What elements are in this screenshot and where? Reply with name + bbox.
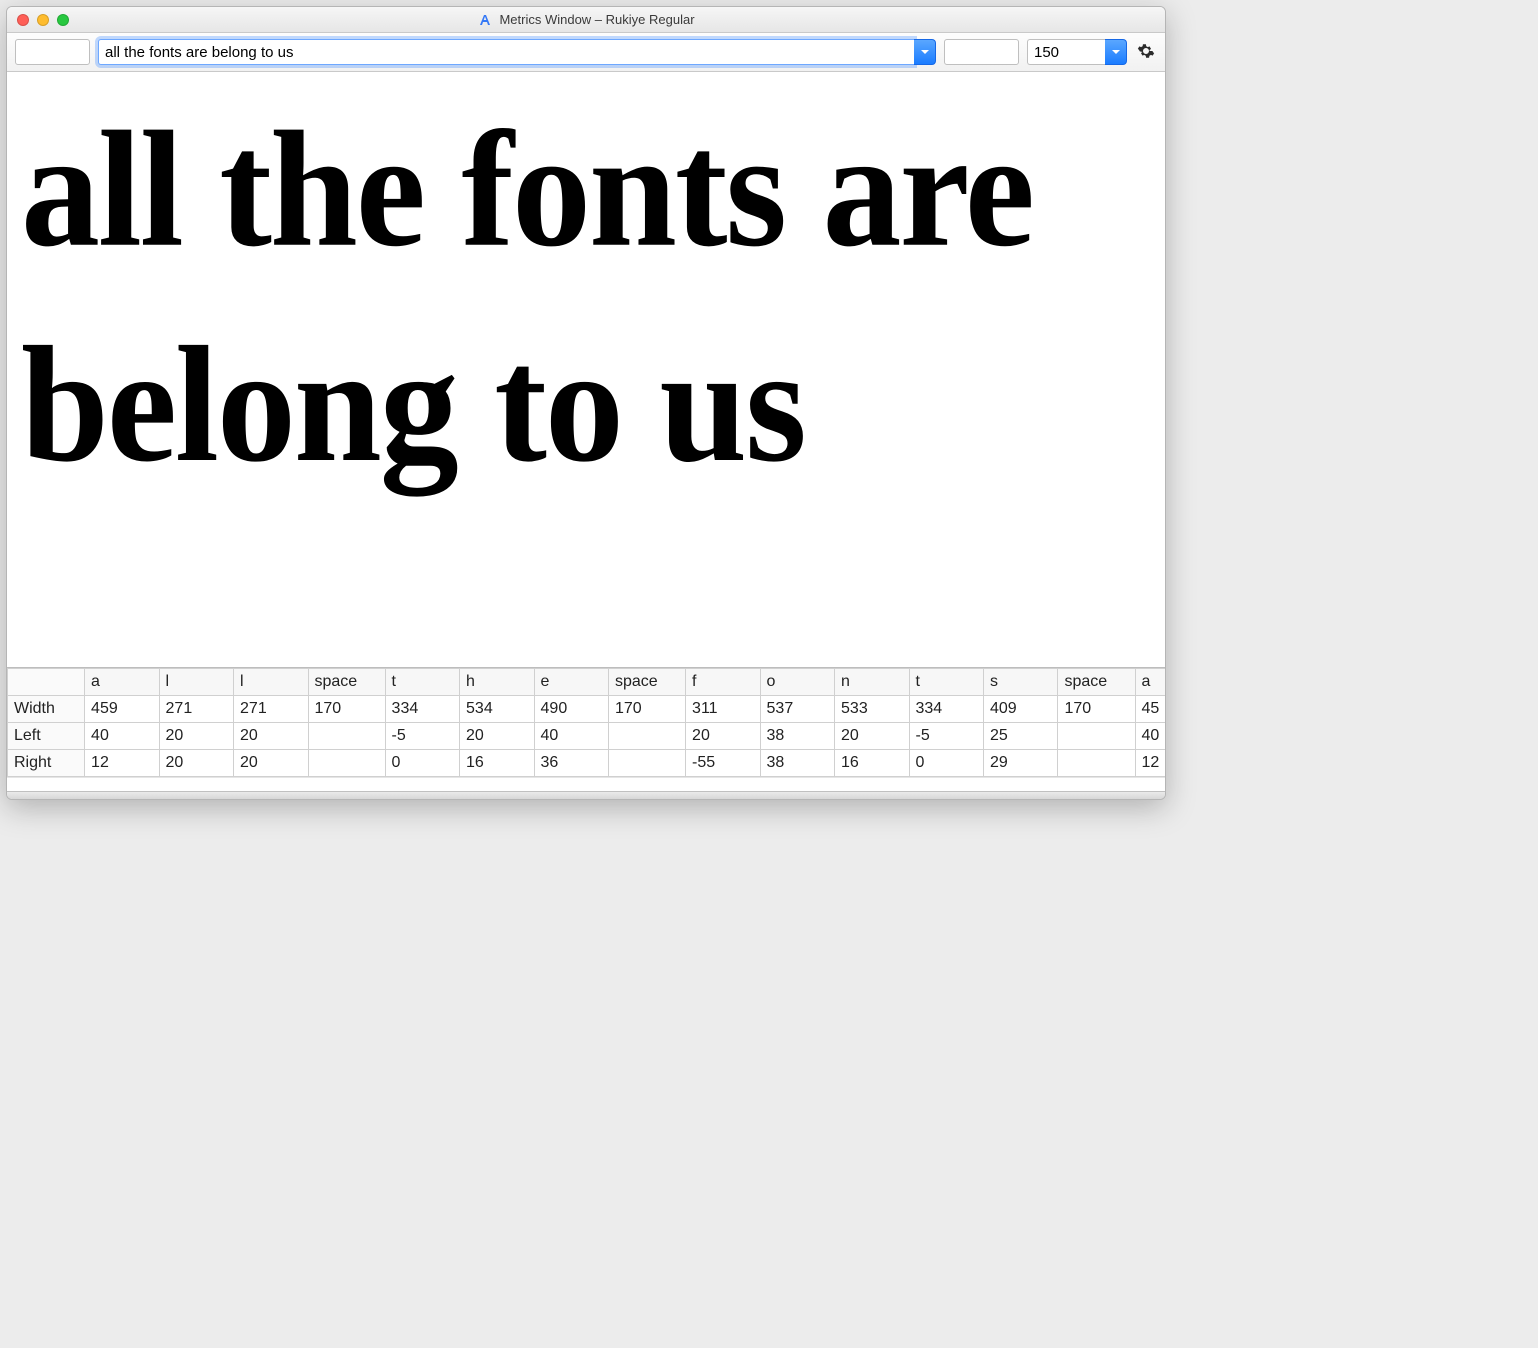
window-title: Metrics Window – Rukiye Regular [7, 12, 1165, 28]
metric-cell[interactable] [609, 750, 686, 777]
metric-cell[interactable]: 20 [460, 723, 534, 750]
glyph-col-header[interactable]: l [234, 669, 308, 696]
sample-text-combo [98, 39, 936, 65]
metrics-header-row: a l l space t h e space f o n t s space … [8, 669, 1166, 696]
row-label: Right [8, 750, 85, 777]
metrics-row-left: Left 40 20 20 -5 20 40 20 38 20 -5 25 40 [8, 723, 1166, 750]
metric-cell[interactable]: 20 [686, 723, 760, 750]
metric-cell[interactable]: 40 [1135, 723, 1165, 750]
toolbar [7, 33, 1165, 72]
metric-cell[interactable]: 533 [835, 696, 909, 723]
size-combo [1027, 39, 1127, 65]
metric-cell[interactable]: 20 [234, 750, 308, 777]
metric-cell[interactable]: 537 [760, 696, 834, 723]
metric-cell[interactable]: 38 [760, 750, 834, 777]
metric-cell[interactable]: 271 [234, 696, 308, 723]
metric-cell[interactable]: -55 [686, 750, 760, 777]
metric-cell[interactable]: 20 [835, 723, 909, 750]
chevron-down-icon [1111, 45, 1121, 60]
metric-cell[interactable] [1058, 723, 1135, 750]
close-icon[interactable] [17, 14, 29, 26]
app-icon [477, 12, 493, 28]
metrics-row-width: Width 459 271 271 170 334 534 490 170 31… [8, 696, 1166, 723]
metric-cell[interactable]: 20 [159, 723, 233, 750]
window-bottom-chrome [7, 791, 1165, 799]
metric-cell[interactable]: 20 [159, 750, 233, 777]
metrics-footer-spacer [7, 777, 1165, 791]
titlebar: Metrics Window – Rukiye Regular [7, 7, 1165, 33]
glyph-col-header[interactable]: t [909, 669, 983, 696]
glyph-col-header[interactable]: space [609, 669, 686, 696]
metric-cell[interactable]: 170 [609, 696, 686, 723]
sample-text-dropdown[interactable] [914, 39, 936, 65]
metrics-row-right: Right 12 20 20 0 16 36 -55 38 16 0 29 12 [8, 750, 1166, 777]
metric-cell[interactable] [308, 723, 385, 750]
metric-cell[interactable]: -5 [909, 723, 983, 750]
metric-cell[interactable]: 20 [234, 723, 308, 750]
metric-cell[interactable]: 29 [983, 750, 1057, 777]
glyph-col-header[interactable]: h [460, 669, 534, 696]
window-controls [7, 14, 69, 26]
metric-cell[interactable]: 311 [686, 696, 760, 723]
glyph-col-header[interactable]: a [85, 669, 159, 696]
metric-cell[interactable]: 38 [760, 723, 834, 750]
glyph-col-header[interactable]: t [385, 669, 459, 696]
row-label: Left [8, 723, 85, 750]
metric-cell[interactable]: 271 [159, 696, 233, 723]
zoom-icon[interactable] [57, 14, 69, 26]
metric-cell[interactable]: 334 [385, 696, 459, 723]
glyph-preview[interactable]: all the fonts are belong to us [7, 72, 1165, 667]
sample-text-input[interactable] [98, 39, 914, 65]
metric-cell[interactable]: 409 [983, 696, 1057, 723]
metric-cell[interactable]: 36 [534, 750, 608, 777]
chevron-down-icon [920, 45, 930, 60]
size-input[interactable] [1027, 39, 1105, 65]
metric-cell[interactable]: 16 [460, 750, 534, 777]
glyph-col-header[interactable]: o [760, 669, 834, 696]
metric-cell[interactable]: 0 [909, 750, 983, 777]
metric-cell[interactable]: -5 [385, 723, 459, 750]
glyph-col-header[interactable]: f [686, 669, 760, 696]
metrics-table[interactable]: a l l space t h e space f o n t s space … [7, 668, 1165, 777]
metric-cell[interactable]: 12 [1135, 750, 1165, 777]
metric-cell[interactable]: 16 [835, 750, 909, 777]
glyph-col-header[interactable]: space [1058, 669, 1135, 696]
metric-cell[interactable]: 40 [534, 723, 608, 750]
glyph-col-header[interactable]: space [308, 669, 385, 696]
glyph-col-header[interactable]: e [534, 669, 608, 696]
metric-cell[interactable] [609, 723, 686, 750]
metric-cell[interactable]: 12 [85, 750, 159, 777]
minimize-icon[interactable] [37, 14, 49, 26]
metric-cell[interactable]: 459 [85, 696, 159, 723]
row-label: Width [8, 696, 85, 723]
glyph-col-header[interactable]: a [1135, 669, 1165, 696]
app-window: Metrics Window – Rukiye Regular [6, 6, 1166, 800]
metric-cell[interactable]: 170 [1058, 696, 1135, 723]
glyph-col-header[interactable]: l [159, 669, 233, 696]
metric-cell[interactable]: 490 [534, 696, 608, 723]
size-dropdown[interactable] [1105, 39, 1127, 65]
glyph-col-header[interactable]: n [835, 669, 909, 696]
metric-cell[interactable]: 534 [460, 696, 534, 723]
metric-cell[interactable]: 45 [1135, 696, 1165, 723]
metric-cell[interactable]: 25 [983, 723, 1057, 750]
metrics-corner-cell [8, 669, 85, 696]
left-small-field[interactable] [15, 39, 90, 65]
preview-text: all the fonts are belong to us [21, 82, 1151, 513]
metric-cell[interactable] [1058, 750, 1135, 777]
settings-button[interactable] [1135, 41, 1157, 63]
metric-cell[interactable]: 334 [909, 696, 983, 723]
metric-cell[interactable]: 40 [85, 723, 159, 750]
metric-cell[interactable]: 0 [385, 750, 459, 777]
window-title-text: Metrics Window – Rukiye Regular [499, 12, 694, 27]
right-small-field[interactable] [944, 39, 1019, 65]
metric-cell[interactable]: 170 [308, 696, 385, 723]
metrics-panel: a l l space t h e space f o n t s space … [7, 667, 1165, 791]
metric-cell[interactable] [308, 750, 385, 777]
gear-icon [1137, 42, 1155, 63]
glyph-col-header[interactable]: s [983, 669, 1057, 696]
